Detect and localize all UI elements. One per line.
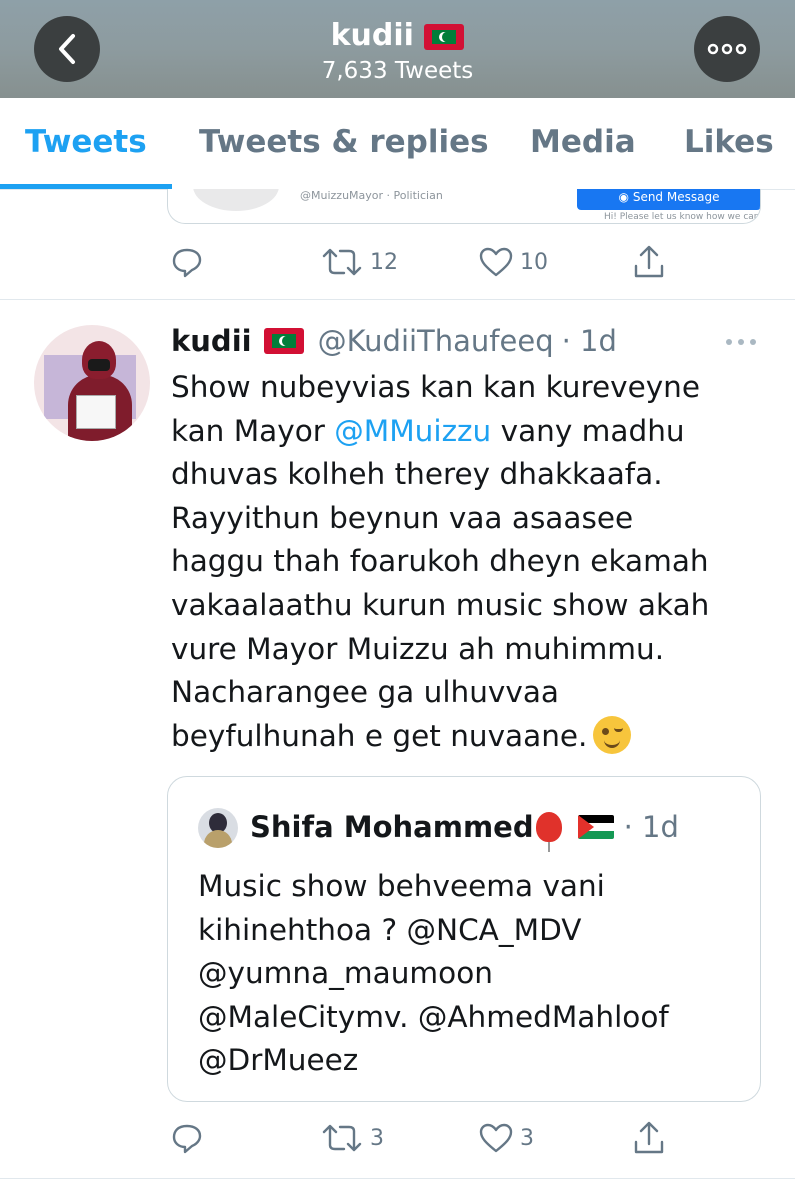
share-icon [634,1121,664,1154]
profile-title: kudii [0,18,795,54]
tweet-text-line: vakaalaathu kurun music show akah [171,587,710,622]
retweet-icon [322,248,362,276]
retweet-count: 3 [370,1125,384,1151]
tweet-more-button[interactable] [725,332,757,351]
quoted-text-line: @yumna_maumoon [198,956,493,990]
palestine-flag-icon [577,815,614,839]
like-button[interactable]: 10 [478,242,548,282]
share-button[interactable] [632,242,666,282]
maldives-flag-icon [424,23,465,50]
winking-face-emoji-icon [593,715,632,754]
retweet-button[interactable]: 12 [320,242,398,282]
tweet-author-name[interactable]: kudii [171,324,252,358]
tab-media[interactable]: Media [530,124,636,160]
tweet-text-line: vure Mayor Muizzu ah muhimmu. [171,631,665,666]
quoted-timestamp: · 1d [623,810,679,844]
reply-icon [172,248,202,278]
share-button[interactable] [632,1118,666,1158]
balloon-emoji-icon [535,812,562,852]
link-preview-card[interactable]: @MuizzuMayor · Politician ◉ Send Message… [167,189,761,224]
reply-button[interactable] [170,1118,204,1158]
profile-header: kudii 7,633 Tweets [0,0,795,98]
retweet-button[interactable]: 3 [320,1118,384,1158]
like-count: 10 [520,249,548,275]
avatar-sign [76,395,116,429]
retweet-count: 12 [370,249,398,275]
like-button[interactable]: 3 [478,1118,534,1158]
more-horizontal-icon [726,339,756,345]
tab-tweets[interactable]: Tweets [25,124,147,160]
like-count: 3 [520,1125,534,1151]
send-message-label: Send Message [632,190,720,204]
tweet-text-segment: beyfulhunah e get nuvaane. [171,718,588,753]
share-icon [634,245,664,278]
reply-icon [172,1124,202,1154]
quoted-avatar [198,808,238,848]
tweet-text-segment: kan Mayor [171,413,335,448]
tab-likes[interactable]: Likes [684,124,774,160]
preview-note: Hi! Please let us know how we can h [604,212,761,222]
tweet-text-line: Nacharangee ga ulhuvvaa [171,675,559,710]
tweet-text-line: dhuvas kolheh therey dhakkaafa. [171,457,663,492]
send-message-button[interactable]: ◉ Send Message [577,189,760,210]
mention-link[interactable]: @MMuizzu [334,414,491,448]
quoted-tweet[interactable]: Shifa Mohammed · 1d Music show behveema … [167,776,761,1102]
heart-icon [479,247,513,277]
tweet-text-line: Rayyithun beynun vaa asaasee [171,500,634,535]
tweet-count: 7,633 Tweets [321,58,474,84]
quoted-text-line: Music show behveema vani [198,869,605,903]
tweet-text-line: Show nubeyvias kan kan kureveyne [171,370,701,404]
preview-handle: @MuizzuMayor · Politician [300,189,443,202]
tweet-author-handle[interactable]: @KudiiThaufeeq [318,324,554,358]
tweet-text-line: haggu thah foarukoh dheyn ekamah [171,544,709,579]
tweet-header: kudii @KudiiThaufeeq · 1d [171,321,617,361]
tweet-divider [0,1178,795,1179]
reply-button[interactable] [170,242,204,282]
avatar-mask [88,359,110,371]
quoted-tweet-header: Shifa Mohammed · 1d [250,807,679,852]
preview-avatar [193,189,279,211]
prev-tweet-actions: 12 10 [0,242,795,282]
quoted-text-line: @MaleCitymv. @AhmedMahloof [198,999,669,1034]
maldives-flag-icon [263,328,304,354]
quoted-text-line: @DrMueez [198,1043,359,1077]
active-tab-indicator [0,184,172,189]
tweet-timestamp[interactable]: · 1d [562,324,617,358]
profile-tabs: Tweets Tweets & replies Media Likes [0,98,795,190]
avatar[interactable] [34,325,150,441]
retweet-icon [322,1124,362,1152]
quoted-text-line: kihinehthoa ? @NCA_MDV [198,912,582,947]
tweet-text-line: beyfulhunah e get nuvaane. [171,715,771,759]
tweet-text: Show nubeyvias kan kan kureveyne kan May… [171,366,771,758]
tab-tweets-replies[interactable]: Tweets & replies [199,124,489,160]
quoted-author-name: Shifa Mohammed [250,810,534,844]
profile-name: kudii [330,18,414,53]
quoted-tweet-text: Music show behveema vani kihinehthoa ? @… [198,865,748,1083]
more-options-button[interactable] [694,16,760,82]
more-horizontal-icon [707,43,747,55]
messenger-icon: ◉ [618,190,629,204]
tweet-text-segment: vany madhu [491,413,685,448]
heart-icon [479,1123,513,1153]
tweet-actions: 3 3 [0,1118,795,1158]
tweet-text-line: kan Mayor @MMuizzu vany madhu [171,410,771,454]
tweet-divider [0,299,795,300]
